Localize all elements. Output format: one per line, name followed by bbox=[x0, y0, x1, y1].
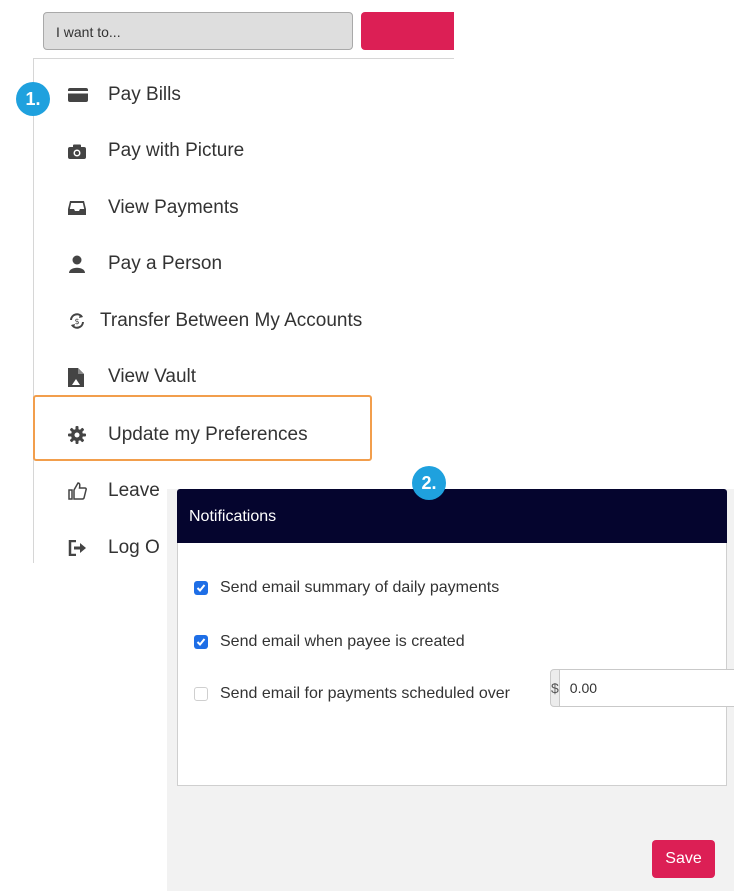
menu-item-label: Pay with Picture bbox=[108, 140, 245, 161]
svg-text:$: $ bbox=[74, 317, 79, 326]
menu-item-label: Pay Bills bbox=[108, 84, 181, 105]
menu-item-label: Leave bbox=[108, 480, 160, 501]
notifications-body: Send email summary of daily payments Sen… bbox=[177, 543, 734, 786]
credit-card-icon bbox=[68, 85, 92, 105]
currency-addon: $ bbox=[550, 669, 560, 707]
option-scheduled-over: Send email for payments scheduled over bbox=[194, 683, 524, 704]
payee-created-checkbox[interactable] bbox=[194, 635, 208, 649]
camera-icon bbox=[68, 141, 92, 161]
thumbs-up-icon bbox=[68, 481, 92, 501]
menu-item-transfer-between-accounts[interactable]: $ Transfer Between My Accounts bbox=[68, 306, 362, 336]
payee-created-label: Send email when payee is created bbox=[220, 633, 465, 650]
amount-input-group: $ bbox=[550, 669, 734, 707]
scheduled-over-label: Send email for payments scheduled over bbox=[220, 685, 510, 702]
daily-summary-label: Send email summary of daily payments bbox=[220, 579, 500, 596]
logout-icon bbox=[68, 538, 92, 558]
inbox-icon bbox=[68, 198, 92, 218]
menu-item-pay-with-picture[interactable]: Pay with Picture bbox=[68, 136, 244, 166]
menu-item-view-vault[interactable]: View Vault bbox=[68, 362, 196, 392]
scheduled-over-checkbox[interactable] bbox=[194, 687, 208, 701]
vault-file-icon bbox=[68, 367, 92, 387]
menu-item-label: Transfer Between My Accounts bbox=[100, 310, 363, 331]
menu-item-label: View Vault bbox=[108, 366, 197, 387]
go-button[interactable] bbox=[361, 12, 454, 50]
user-icon bbox=[68, 254, 92, 274]
transfer-icon: $ bbox=[68, 311, 92, 331]
menu-item-label: Log O bbox=[108, 537, 160, 558]
option-daily-summary: Send email summary of daily payments bbox=[194, 579, 499, 597]
notifications-header: Notifications bbox=[177, 489, 727, 543]
menu-item-leave-feedback[interactable]: Leave bbox=[68, 476, 160, 506]
daily-summary-checkbox[interactable] bbox=[194, 581, 208, 595]
preferences-highlight bbox=[33, 395, 372, 461]
menu-item-label: Pay a Person bbox=[108, 253, 223, 274]
step-1-badge: 1. bbox=[16, 82, 50, 116]
menu-item-label: View Payments bbox=[108, 197, 239, 218]
step-2-badge: 2. bbox=[412, 466, 446, 500]
menu-item-log-out[interactable]: Log O bbox=[68, 533, 160, 563]
save-button[interactable]: Save bbox=[652, 840, 715, 878]
i-want-to-dropdown[interactable]: I want to... bbox=[43, 12, 353, 50]
menu-item-view-payments[interactable]: View Payments bbox=[68, 193, 239, 223]
option-payee-created: Send email when payee is created bbox=[194, 633, 465, 651]
menu-item-pay-a-person[interactable]: Pay a Person bbox=[68, 249, 222, 279]
notifications-panel: Notifications Send email summary of dail… bbox=[167, 489, 734, 891]
notifications-title: Notifications bbox=[189, 508, 277, 525]
menu-item-pay-bills[interactable]: Pay Bills bbox=[68, 80, 181, 110]
amount-input[interactable] bbox=[559, 669, 734, 707]
